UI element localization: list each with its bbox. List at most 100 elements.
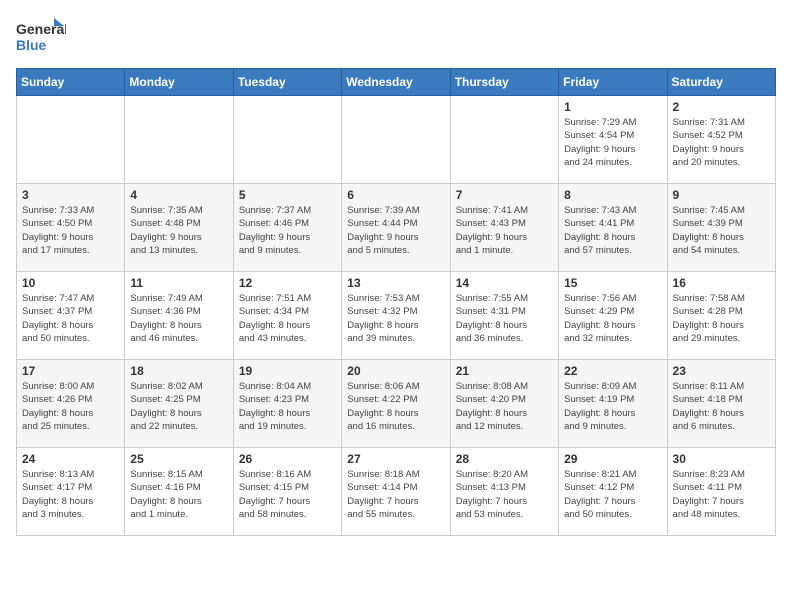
day-info: Sunrise: 7:49 AM Sunset: 4:36 PM Dayligh… — [130, 292, 227, 345]
calendar-cell: 1 Sunrise: 7:29 AM Sunset: 4:54 PM Daylig… — [559, 96, 667, 184]
calendar-cell: 22Sunrise: 8:09 AM Sunset: 4:19 PM Dayli… — [559, 360, 667, 448]
day-number: 20 — [347, 364, 444, 378]
calendar-cell: 26 Sunrise: 8:16 AM Sunset: 4:15 PM Dayli… — [233, 448, 341, 536]
day-info: Sunrise: 7:33 AM Sunset: 4:50 PM Dayligh… — [22, 204, 119, 257]
day-number: 29 — [564, 452, 661, 466]
calendar-cell: 3 Sunrise: 7:33 AM Sunset: 4:50 PM Daylig… — [17, 184, 125, 272]
day-info: Sunrise: 7:51 AM Sunset: 4:34 PM Dayligh… — [239, 292, 336, 345]
day-info: Sunrise: 7:29 AM Sunset: 4:54 PM Dayligh… — [564, 116, 661, 169]
svg-text:Blue: Blue — [16, 37, 47, 53]
calendar-cell: 6 Sunrise: 7:39 AM Sunset: 4:44 PM Daylig… — [342, 184, 450, 272]
calendar-cell: 24 Sunrise: 8:13 AM Sunset: 4:17 PM Dayli… — [17, 448, 125, 536]
day-info: Sunrise: 7:58 AM Sunset: 4:28 PM Dayligh… — [673, 292, 770, 345]
col-header-thursday: Thursday — [450, 69, 558, 96]
day-info: Sunrise: 7:53 AM Sunset: 4:32 PM Dayligh… — [347, 292, 444, 345]
calendar-header: SundayMondayTuesdayWednesdayThursdayFrid… — [17, 69, 776, 96]
day-info: Sunrise: 7:45 AM Sunset: 4:39 PM Dayligh… — [673, 204, 770, 257]
day-info: Sunrise: 8:20 AM Sunset: 4:13 PM Dayligh… — [456, 468, 553, 521]
day-info: Sunrise: 8:04 AM Sunset: 4:23 PM Dayligh… — [239, 380, 336, 433]
calendar-week-5: 24 Sunrise: 8:13 AM Sunset: 4:17 PM Dayli… — [17, 448, 776, 536]
calendar-cell: 9 Sunrise: 7:45 AM Sunset: 4:39 PM Daylig… — [667, 184, 775, 272]
calendar-cell: 20 Sunrise: 8:06 AM Sunset: 4:22 PM Dayli… — [342, 360, 450, 448]
calendar-table: SundayMondayTuesdayWednesdayThursdayFrid… — [16, 68, 776, 536]
calendar-cell — [17, 96, 125, 184]
day-number: 26 — [239, 452, 336, 466]
day-number: 7 — [456, 188, 553, 202]
calendar-cell: 8Sunrise: 7:43 AM Sunset: 4:41 PM Daylig… — [559, 184, 667, 272]
day-info: Sunrise: 7:39 AM Sunset: 4:44 PM Dayligh… — [347, 204, 444, 257]
day-number: 10 — [22, 276, 119, 290]
day-info: Sunrise: 7:43 AM Sunset: 4:41 PM Dayligh… — [564, 204, 661, 257]
calendar-cell — [450, 96, 558, 184]
calendar-cell: 25 Sunrise: 8:15 AM Sunset: 4:16 PM Dayli… — [125, 448, 233, 536]
calendar-week-3: 10Sunrise: 7:47 AM Sunset: 4:37 PM Dayli… — [17, 272, 776, 360]
day-info: Sunrise: 8:21 AM Sunset: 4:12 PM Dayligh… — [564, 468, 661, 521]
day-info: Sunrise: 8:08 AM Sunset: 4:20 PM Dayligh… — [456, 380, 553, 433]
page-header: GeneralBlue — [16, 16, 776, 58]
day-number: 6 — [347, 188, 444, 202]
day-number: 23 — [673, 364, 770, 378]
logo-svg: GeneralBlue — [16, 16, 66, 58]
col-header-monday: Monday — [125, 69, 233, 96]
day-info: Sunrise: 7:31 AM Sunset: 4:52 PM Dayligh… — [673, 116, 770, 169]
day-info: Sunrise: 8:15 AM Sunset: 4:16 PM Dayligh… — [130, 468, 227, 521]
day-info: Sunrise: 8:11 AM Sunset: 4:18 PM Dayligh… — [673, 380, 770, 433]
col-header-saturday: Saturday — [667, 69, 775, 96]
day-number: 1 — [564, 100, 661, 114]
day-number: 21 — [456, 364, 553, 378]
day-info: Sunrise: 7:37 AM Sunset: 4:46 PM Dayligh… — [239, 204, 336, 257]
calendar-cell: 7 Sunrise: 7:41 AM Sunset: 4:43 PM Daylig… — [450, 184, 558, 272]
day-number: 9 — [673, 188, 770, 202]
day-number: 18 — [130, 364, 227, 378]
col-header-friday: Friday — [559, 69, 667, 96]
calendar-cell: 23 Sunrise: 8:11 AM Sunset: 4:18 PM Dayli… — [667, 360, 775, 448]
day-number: 12 — [239, 276, 336, 290]
calendar-cell: 4Sunrise: 7:35 AM Sunset: 4:48 PM Daylig… — [125, 184, 233, 272]
day-info: Sunrise: 8:16 AM Sunset: 4:15 PM Dayligh… — [239, 468, 336, 521]
day-number: 28 — [456, 452, 553, 466]
calendar-cell: 28 Sunrise: 8:20 AM Sunset: 4:13 PM Dayli… — [450, 448, 558, 536]
calendar-week-2: 3 Sunrise: 7:33 AM Sunset: 4:50 PM Daylig… — [17, 184, 776, 272]
day-info: Sunrise: 7:56 AM Sunset: 4:29 PM Dayligh… — [564, 292, 661, 345]
calendar-cell — [125, 96, 233, 184]
calendar-cell: 30Sunrise: 8:23 AM Sunset: 4:11 PM Dayli… — [667, 448, 775, 536]
day-number: 19 — [239, 364, 336, 378]
day-number: 14 — [456, 276, 553, 290]
day-number: 17 — [22, 364, 119, 378]
day-number: 25 — [130, 452, 227, 466]
col-header-wednesday: Wednesday — [342, 69, 450, 96]
calendar-cell — [342, 96, 450, 184]
calendar-cell: 21 Sunrise: 8:08 AM Sunset: 4:20 PM Dayli… — [450, 360, 558, 448]
day-number: 27 — [347, 452, 444, 466]
calendar-cell: 17Sunrise: 8:00 AM Sunset: 4:26 PM Dayli… — [17, 360, 125, 448]
day-number: 15 — [564, 276, 661, 290]
calendar-week-4: 17Sunrise: 8:00 AM Sunset: 4:26 PM Dayli… — [17, 360, 776, 448]
day-info: Sunrise: 8:18 AM Sunset: 4:14 PM Dayligh… — [347, 468, 444, 521]
day-info: Sunrise: 8:06 AM Sunset: 4:22 PM Dayligh… — [347, 380, 444, 433]
day-number: 3 — [22, 188, 119, 202]
day-number: 2 — [673, 100, 770, 114]
day-info: Sunrise: 7:41 AM Sunset: 4:43 PM Dayligh… — [456, 204, 553, 257]
calendar-cell: 14 Sunrise: 7:55 AM Sunset: 4:31 PM Dayli… — [450, 272, 558, 360]
day-number: 24 — [22, 452, 119, 466]
calendar-cell: 12 Sunrise: 7:51 AM Sunset: 4:34 PM Dayli… — [233, 272, 341, 360]
calendar-cell: 29 Sunrise: 8:21 AM Sunset: 4:12 PM Dayli… — [559, 448, 667, 536]
calendar-cell: 18Sunrise: 8:02 AM Sunset: 4:25 PM Dayli… — [125, 360, 233, 448]
day-info: Sunrise: 7:55 AM Sunset: 4:31 PM Dayligh… — [456, 292, 553, 345]
day-number: 11 — [130, 276, 227, 290]
day-number: 22 — [564, 364, 661, 378]
calendar-cell — [233, 96, 341, 184]
day-number: 5 — [239, 188, 336, 202]
col-header-sunday: Sunday — [17, 69, 125, 96]
calendar-cell: 15 Sunrise: 7:56 AM Sunset: 4:29 PM Dayli… — [559, 272, 667, 360]
calendar-cell: 11 Sunrise: 7:49 AM Sunset: 4:36 PM Dayli… — [125, 272, 233, 360]
calendar-week-1: 1 Sunrise: 7:29 AM Sunset: 4:54 PM Daylig… — [17, 96, 776, 184]
day-info: Sunrise: 8:13 AM Sunset: 4:17 PM Dayligh… — [22, 468, 119, 521]
col-header-tuesday: Tuesday — [233, 69, 341, 96]
calendar-cell: 5 Sunrise: 7:37 AM Sunset: 4:46 PM Daylig… — [233, 184, 341, 272]
day-number: 16 — [673, 276, 770, 290]
day-info: Sunrise: 7:35 AM Sunset: 4:48 PM Dayligh… — [130, 204, 227, 257]
logo: GeneralBlue — [16, 16, 66, 58]
calendar-cell: 16 Sunrise: 7:58 AM Sunset: 4:28 PM Dayli… — [667, 272, 775, 360]
calendar-cell: 2 Sunrise: 7:31 AM Sunset: 4:52 PM Daylig… — [667, 96, 775, 184]
